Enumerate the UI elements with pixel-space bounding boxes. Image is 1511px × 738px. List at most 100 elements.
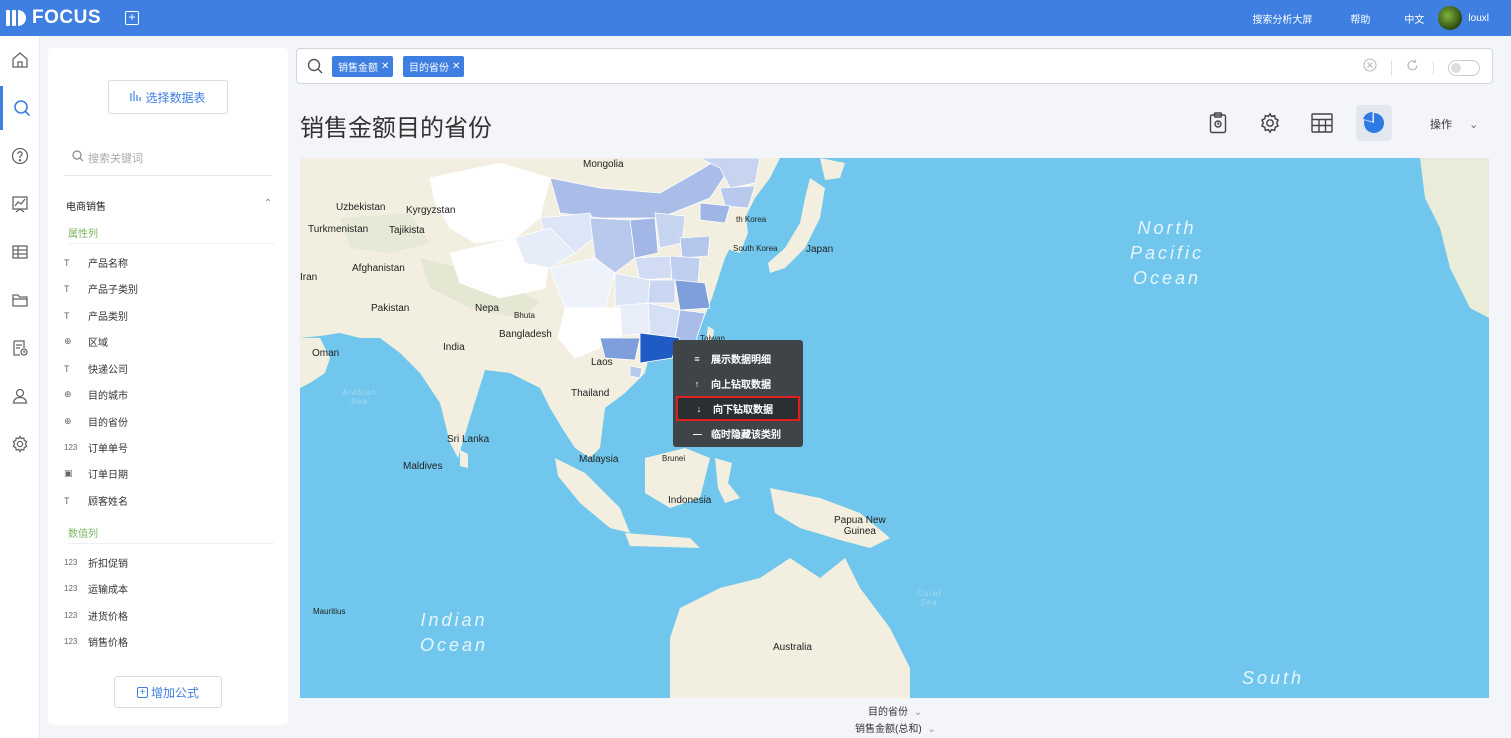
menu-item-show-detail[interactable]: ≡ 展示数据明细: [673, 346, 803, 371]
map-label: Uzbekistan: [336, 202, 386, 213]
field-item[interactable]: T 顾客姓名: [64, 493, 128, 509]
table-group-header[interactable]: 电商销售 ⌃: [66, 198, 272, 213]
close-icon[interactable]: ✕: [452, 61, 460, 72]
field-search-placeholder: 搜索关键词: [88, 152, 143, 165]
field-label: 目的城市: [88, 391, 128, 402]
divider: [1391, 60, 1392, 75]
table-group-name: 电商销售: [66, 202, 106, 213]
map-label: th Korea: [736, 215, 767, 224]
map-label: Brunei: [662, 454, 686, 463]
field-item[interactable]: ⊕ 目的省份: [64, 414, 128, 429]
land-australia: [670, 558, 910, 698]
menu-item-label: 向上钻取数据: [711, 380, 771, 391]
help-icon[interactable]: [0, 134, 40, 178]
field-search-input[interactable]: 搜索关键词: [64, 140, 272, 176]
field-label: 顾客姓名: [88, 497, 128, 508]
field-item[interactable]: ⊕ 区域: [64, 334, 108, 349]
province-jiangsu: [669, 255, 701, 284]
minus-icon: —: [693, 428, 702, 439]
mode-toggle[interactable]: [1448, 59, 1480, 76]
avatar[interactable]: [1438, 6, 1463, 30]
clipboard-icon[interactable]: [1200, 105, 1236, 141]
field-item[interactable]: 123 折扣促销: [64, 555, 128, 570]
field-item[interactable]: T 快递公司: [64, 361, 128, 377]
select-table-button[interactable]: 选择数据表: [108, 80, 228, 114]
field-item[interactable]: ⊕ 目的城市: [64, 387, 128, 402]
report-icon[interactable]: [0, 326, 40, 370]
brand-logo[interactable]: FOCUS: [6, 0, 101, 36]
close-icon[interactable]: ✕: [381, 61, 389, 72]
field-item[interactable]: T 产品类别: [64, 308, 128, 324]
x-axis-label: 目的省份: [868, 707, 908, 718]
new-tab-plus-icon[interactable]: +: [125, 11, 139, 25]
menu-item-label: 向下钻取数据: [713, 405, 773, 416]
pie-chart-icon[interactable]: [1356, 105, 1392, 141]
table-icon[interactable]: [0, 230, 40, 274]
page-title: 销售金额目的省份: [300, 115, 492, 142]
field-item[interactable]: T 产品名称: [64, 255, 128, 271]
query-token[interactable]: 目的省份 ✕: [403, 56, 465, 77]
field-label: 订单日期: [88, 470, 128, 481]
province-anhui: [647, 279, 676, 304]
menu-item-drill-down[interactable]: ↓ 向下钻取数据: [676, 396, 800, 421]
ocean-label: South: [1242, 668, 1305, 688]
query-token-label: 销售金额: [338, 63, 378, 74]
user-icon[interactable]: [0, 374, 40, 418]
folder-icon[interactable]: [0, 278, 40, 322]
nav-language[interactable]: 中文: [1404, 11, 1424, 26]
nav-help[interactable]: 帮助: [1350, 11, 1370, 26]
home-icon[interactable]: [0, 38, 40, 82]
menu-item-label: 展示数据明细: [711, 355, 771, 366]
number-type-icon: 123: [64, 584, 78, 593]
choropleth-map[interactable]: Mongolia Uzbekistan Kyrgyzstan Turkmenis…: [300, 158, 1489, 698]
bar-chart-icon: [130, 90, 142, 105]
chart-icon[interactable]: [0, 182, 40, 226]
land-java: [625, 533, 700, 548]
text-type-icon: T: [64, 363, 70, 374]
menu-item-hide-category[interactable]: — 临时隐藏该类别: [673, 421, 803, 446]
field-item[interactable]: 123 销售价格: [64, 634, 128, 649]
search-icon[interactable]: [0, 86, 40, 130]
map-label: South Korea: [733, 244, 778, 253]
field-label: 进货价格: [88, 612, 128, 623]
map-label: Nepa: [475, 303, 499, 314]
query-search-bar[interactable]: 销售金额 ✕ 目的省份 ✕: [296, 48, 1493, 84]
map-label: Bhuta: [514, 311, 535, 320]
field-label: 销售价格: [88, 638, 128, 649]
x-axis-selector[interactable]: 目的省份 ⌄: [868, 703, 922, 718]
add-formula-label: 增加公式: [150, 685, 199, 700]
operations-dropdown[interactable]: 操作 ⌄: [1430, 116, 1478, 132]
refresh-icon[interactable]: [1406, 59, 1419, 77]
field-item[interactable]: 123 进货价格: [64, 608, 128, 623]
left-nav-rail: [0, 36, 40, 738]
land-hokkaido: [820, 158, 845, 180]
chevron-down-icon: ⌄: [927, 724, 936, 735]
text-type-icon: T: [64, 257, 70, 268]
clear-icon[interactable]: [1363, 58, 1377, 77]
context-menu: ≡ 展示数据明细 ↑ 向上钻取数据 ↓ 向下钻取数据 — 临时隐藏该类别: [673, 340, 803, 447]
numeric-section-title: 数值列: [68, 525, 274, 544]
field-item[interactable]: ▣ 订单日期: [64, 466, 128, 481]
menu-item-drill-up[interactable]: ↑ 向上钻取数据: [673, 371, 803, 396]
land-sulawesi: [715, 458, 740, 503]
field-item[interactable]: 123 运输成本: [64, 581, 128, 596]
nav-search-dashboard[interactable]: 搜索分析大屏: [1252, 11, 1312, 26]
username[interactable]: louxl: [1468, 13, 1489, 24]
y-axis-selector[interactable]: 销售金额(总和) ⌄: [855, 720, 936, 735]
map-label: Tajikista: [389, 225, 425, 236]
globe-icon: ⊕: [64, 336, 72, 346]
province-liaoning: [699, 202, 731, 224]
settings-icon[interactable]: [1252, 105, 1288, 141]
province-hainan: [629, 365, 643, 379]
map-label: Oman: [312, 348, 340, 359]
table-view-icon[interactable]: [1304, 105, 1340, 141]
query-token[interactable]: 销售金额 ✕: [332, 56, 394, 77]
map-label: Iran: [300, 272, 318, 283]
chevron-up-icon[interactable]: ⌃: [264, 198, 272, 213]
map-label: Afghanistan: [352, 263, 405, 274]
add-formula-button[interactable]: + 增加公式: [114, 676, 222, 708]
globe-icon: ⊕: [64, 416, 72, 426]
settings-icon[interactable]: [0, 422, 40, 466]
field-item[interactable]: T 产品子类别: [64, 281, 138, 297]
field-item[interactable]: 123 订单单号: [64, 440, 128, 455]
